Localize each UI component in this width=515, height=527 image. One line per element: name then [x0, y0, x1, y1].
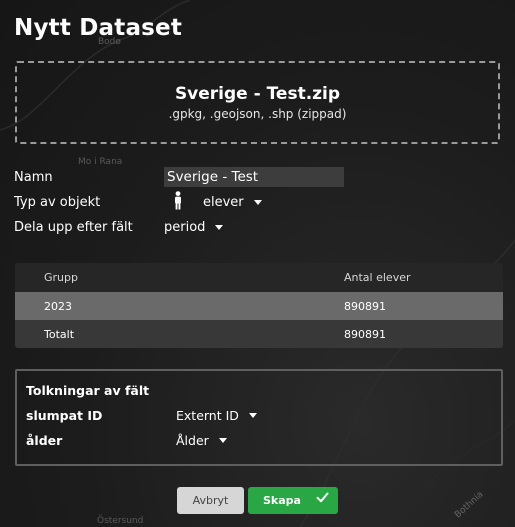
accepted-formats-hint: .gpkg, .geojson, .shp (zippad) — [168, 107, 347, 121]
name-label: Namn — [14, 170, 53, 185]
field-interpretation-select-random-id[interactable]: Externt ID — [176, 408, 257, 423]
field-label-age: ålder — [26, 433, 63, 448]
cancel-button-label: Avbryt — [192, 494, 229, 507]
field-interpretations-title: Tolkningar av fält — [26, 383, 150, 398]
chevron-down-icon — [248, 413, 257, 418]
table-cell-group: 2023 — [44, 299, 72, 313]
chevron-down-icon — [218, 438, 227, 443]
field-interpretation-value: Ålder — [176, 433, 209, 448]
check-icon — [316, 491, 329, 507]
create-button[interactable]: Skapa — [248, 487, 338, 514]
table-cell-count: 890891 — [344, 327, 386, 341]
uploaded-file-name: Sverige - Test.zip — [174, 84, 341, 104]
create-button-label: Skapa — [263, 494, 301, 507]
table-row[interactable]: 2023 890891 — [15, 292, 503, 320]
column-header-count: Antal elever — [344, 271, 411, 284]
file-dropzone[interactable]: Sverige - Test.zip .gpkg, .geojson, .shp… — [15, 61, 500, 144]
new-dataset-dialog: Nytt Dataset Sverige - Test.zip .gpkg, .… — [0, 0, 515, 527]
split-by-field-label: Dela upp efter fält — [14, 220, 133, 235]
object-type-select[interactable]: elever — [203, 195, 262, 210]
name-input[interactable] — [164, 167, 344, 187]
field-interpretations-panel: Tolkningar av fält slumpat ID Externt ID… — [15, 369, 503, 466]
object-type-value: elever — [203, 195, 244, 210]
dialog-title: Nytt Dataset — [14, 15, 183, 41]
table-header: Grupp Antal elever — [15, 263, 503, 292]
person-icon — [173, 191, 183, 214]
split-by-field-value: period — [164, 220, 206, 235]
cancel-button[interactable]: Avbryt — [177, 487, 244, 514]
table-cell-count: 890891 — [344, 299, 386, 313]
field-interpretation-select-age[interactable]: Ålder — [176, 433, 227, 448]
split-by-field-select[interactable]: period — [164, 220, 224, 235]
chevron-down-icon — [215, 225, 224, 230]
field-label-random-id: slumpat ID — [26, 408, 103, 423]
group-table: Grupp Antal elever 2023 890891 Totalt 89… — [15, 263, 503, 348]
table-row-total: Totalt 890891 — [15, 320, 503, 348]
field-interpretation-value: Externt ID — [176, 408, 239, 423]
object-type-label: Typ av objekt — [14, 195, 101, 210]
column-header-group: Grupp — [44, 271, 78, 284]
chevron-down-icon — [253, 200, 262, 205]
table-cell-group: Totalt — [44, 327, 75, 341]
